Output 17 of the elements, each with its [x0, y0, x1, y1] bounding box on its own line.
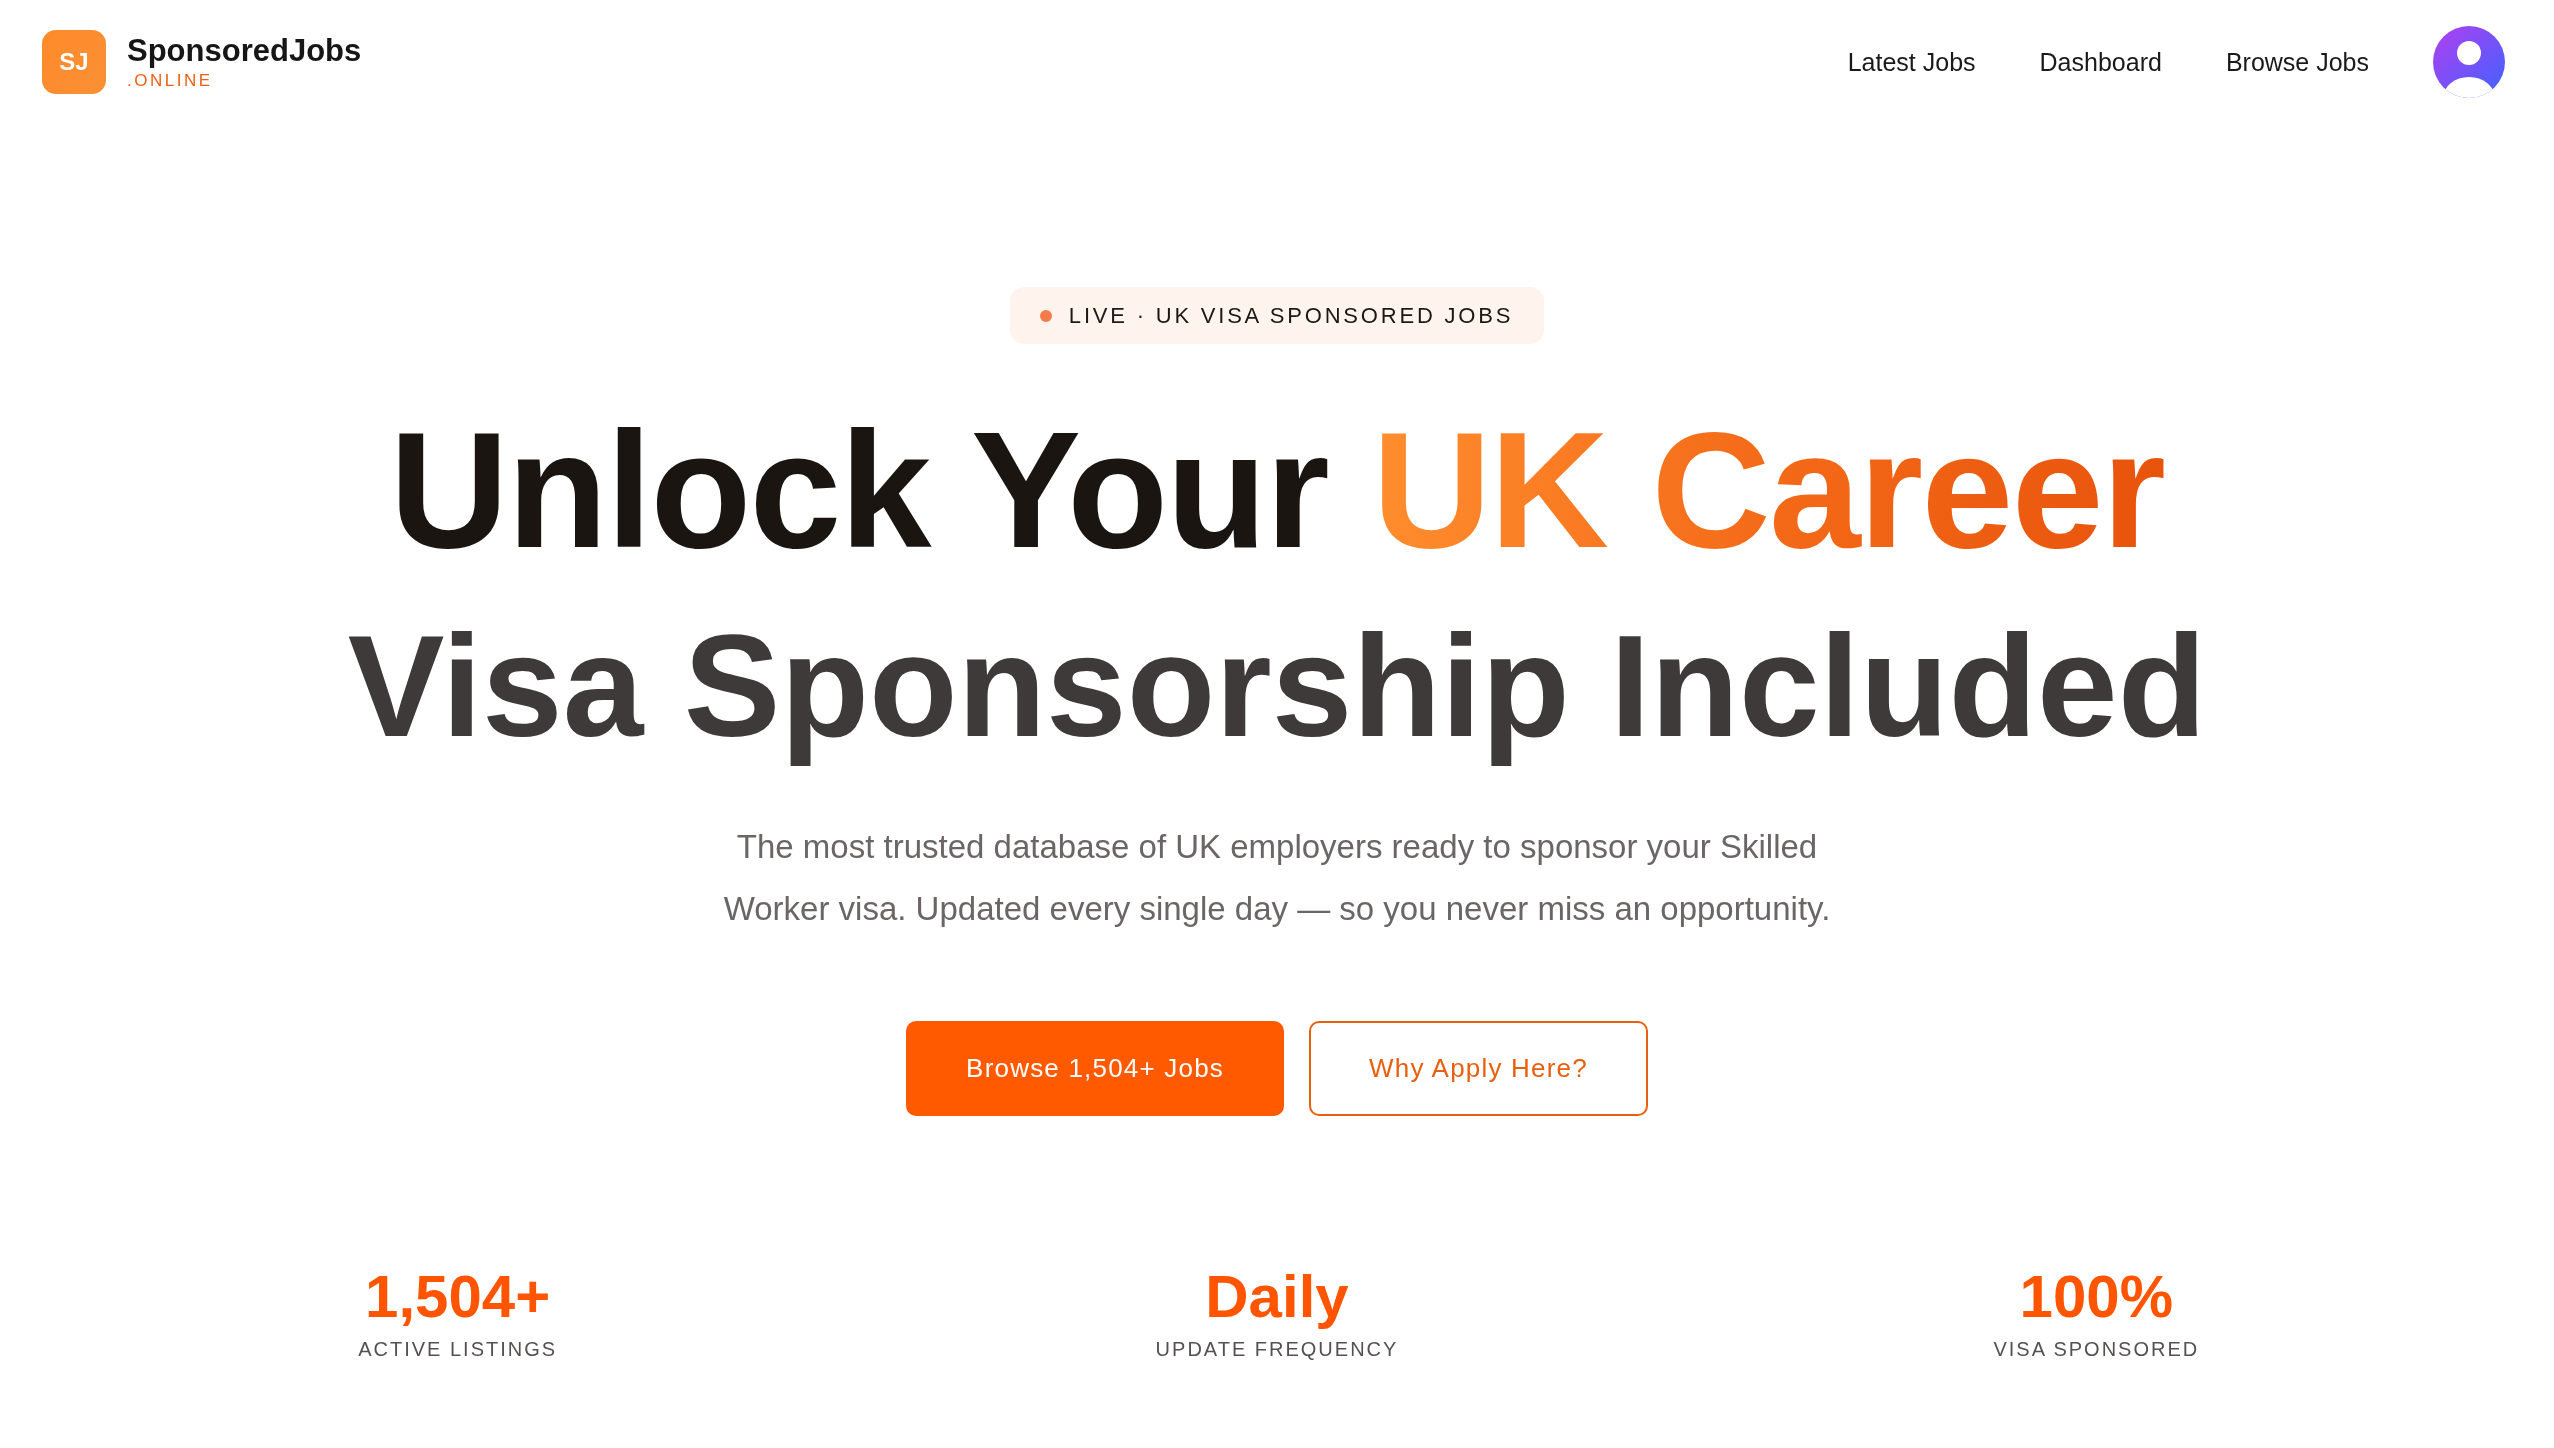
stat-label: VISA SPONSORED — [1993, 1337, 2200, 1362]
hero-description: The most trusted database of UK employers ready to sponsor your Skilled Worker visa. Updated every single day — so you never miss an opportunity. — [722, 827, 1832, 929]
nav-link[interactable]: Latest Jobs — [1847, 47, 1976, 77]
stat-value: Daily — [1205, 1262, 1349, 1332]
live-dot-icon — [1039, 309, 1052, 322]
hero-tagline: Visa Sponsorship Included — [347, 604, 2207, 769]
logo-suffix: .ONLINE — [127, 71, 214, 91]
nav-link[interactable]: Browse Jobs — [2225, 47, 2369, 77]
nav-link[interactable]: Dashboard — [2039, 47, 2162, 77]
logo-name: SponsoredJobs — [127, 33, 362, 68]
hero-title: Unlock Your UK Career — [389, 408, 2165, 573]
stat-value: 1,504+ — [365, 1262, 551, 1332]
stat-label: UPDATE FREQUENCY — [1155, 1337, 1399, 1362]
badge-text: LIVE · UK VISA SPONSORED JOBS — [1068, 302, 1514, 329]
stat-value: 100% — [2019, 1262, 2174, 1332]
user-avatar-icon[interactable] — [2433, 26, 2505, 98]
stat-label: ACTIVE LISTINGS — [358, 1337, 558, 1362]
